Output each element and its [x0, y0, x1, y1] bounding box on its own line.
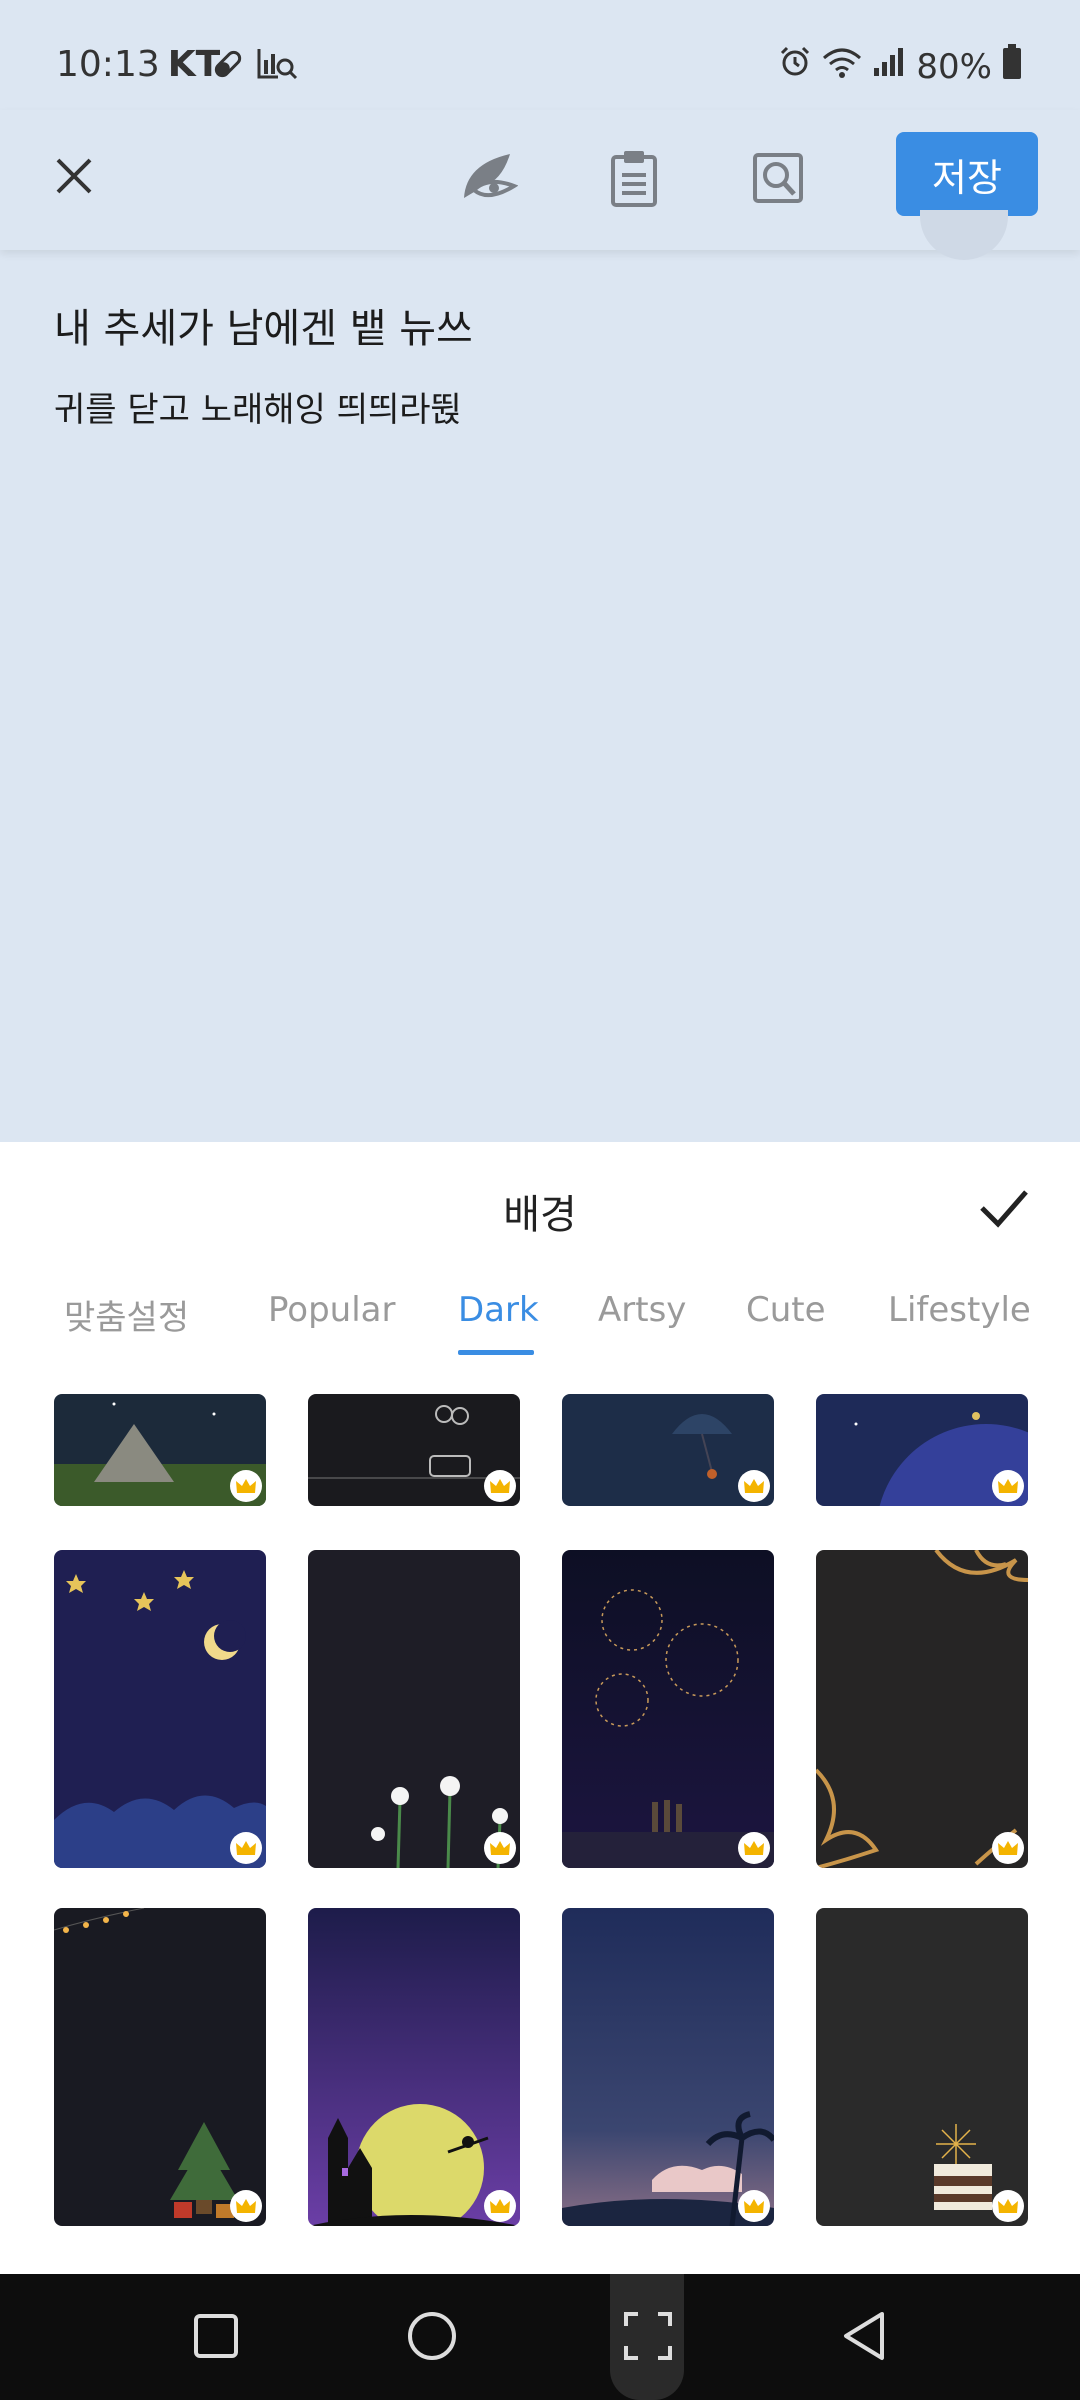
leaf-eye-icon — [458, 150, 519, 210]
note-body[interactable]: 귀를 닫고 노래해잉 띄띄라뛵 — [54, 382, 462, 431]
avatar — [920, 210, 1008, 260]
background-thumb[interactable] — [816, 1394, 1028, 1506]
close-icon — [54, 156, 94, 200]
crown-icon — [992, 1832, 1024, 1864]
note-title[interactable]: 내 추세가 남에겐 뱉 뉴쓰 — [54, 296, 473, 354]
checkmark-icon — [976, 1190, 1032, 1240]
crown-icon — [484, 1832, 516, 1864]
square-icon — [192, 2312, 240, 2364]
crown-icon — [230, 2190, 262, 2222]
recents-button[interactable] — [176, 2298, 256, 2378]
circle-icon — [406, 2310, 458, 2366]
crown-icon — [230, 1832, 262, 1864]
background-thumb[interactable] — [54, 1550, 266, 1868]
chart-search-icon — [256, 46, 298, 86]
background-thumb[interactable] — [54, 1908, 266, 2226]
reading-mode-button[interactable] — [456, 148, 520, 212]
clipboard-icon — [610, 149, 658, 211]
search-button[interactable] — [746, 148, 810, 212]
crown-icon — [484, 1470, 516, 1502]
tab-lifestyle[interactable]: Lifestyle — [888, 1290, 1031, 1330]
battery-text: 80% — [916, 46, 992, 87]
search-icon — [752, 152, 804, 208]
background-thumb[interactable] — [54, 1394, 266, 1506]
background-thumb[interactable] — [562, 1908, 774, 2226]
wifi-icon — [822, 46, 862, 87]
background-thumb[interactable] — [816, 1908, 1028, 2226]
background-thumb[interactable] — [816, 1550, 1028, 1868]
clock-text: 10:13 — [56, 44, 160, 85]
alarm-icon — [778, 45, 812, 88]
background-picker-sheet: 배경 맞춤설정 Popular Dark Artsy Cute Lifestyl… — [0, 1142, 1080, 2274]
crown-icon — [738, 1470, 770, 1502]
battery-icon — [1002, 44, 1022, 89]
note-toolbar: 저장 — [0, 110, 1080, 250]
background-thumb[interactable] — [308, 1550, 520, 1868]
capture-frame-icon — [622, 2310, 674, 2366]
home-button[interactable] — [392, 2298, 472, 2378]
clipboard-button[interactable] — [602, 148, 666, 212]
background-thumb[interactable] — [308, 1394, 520, 1506]
save-button[interactable]: 저장 — [896, 132, 1038, 216]
crown-icon — [738, 1832, 770, 1864]
close-button[interactable] — [46, 150, 102, 206]
back-button[interactable] — [824, 2298, 904, 2378]
back-triangle-icon — [840, 2310, 888, 2366]
screenshot-button[interactable] — [608, 2298, 688, 2378]
tab-dark[interactable]: Dark — [458, 1290, 539, 1330]
sheet-header: 배경 맞춤설정 Popular Dark Artsy Cute Lifestyl… — [0, 1142, 1080, 1394]
crown-icon — [738, 2190, 770, 2222]
crown-icon — [484, 2190, 516, 2222]
crown-icon — [230, 1470, 262, 1502]
background-thumb[interactable] — [562, 1550, 774, 1868]
background-thumb[interactable] — [562, 1394, 774, 1506]
crown-icon — [992, 2190, 1024, 2222]
status-time: 10:13 KT — [56, 44, 220, 85]
tab-artsy[interactable]: Artsy — [598, 1290, 686, 1330]
signal-icon — [872, 46, 906, 87]
pill-icon — [210, 46, 246, 86]
crown-icon — [992, 1470, 1024, 1502]
tab-cute[interactable]: Cute — [746, 1290, 826, 1330]
category-tabs: 맞춤설정 Popular Dark Artsy Cute Lifestyle — [0, 1290, 1080, 1370]
tab-popular[interactable]: Popular — [268, 1290, 395, 1330]
background-thumb[interactable] — [308, 1908, 520, 2226]
system-navigation-bar — [0, 2274, 1080, 2400]
active-tab-indicator — [458, 1350, 534, 1355]
sheet-title: 배경 — [503, 1192, 577, 1238]
tab-custom[interactable]: 맞춤설정 — [64, 1290, 189, 1339]
confirm-button[interactable] — [976, 1180, 1032, 1236]
